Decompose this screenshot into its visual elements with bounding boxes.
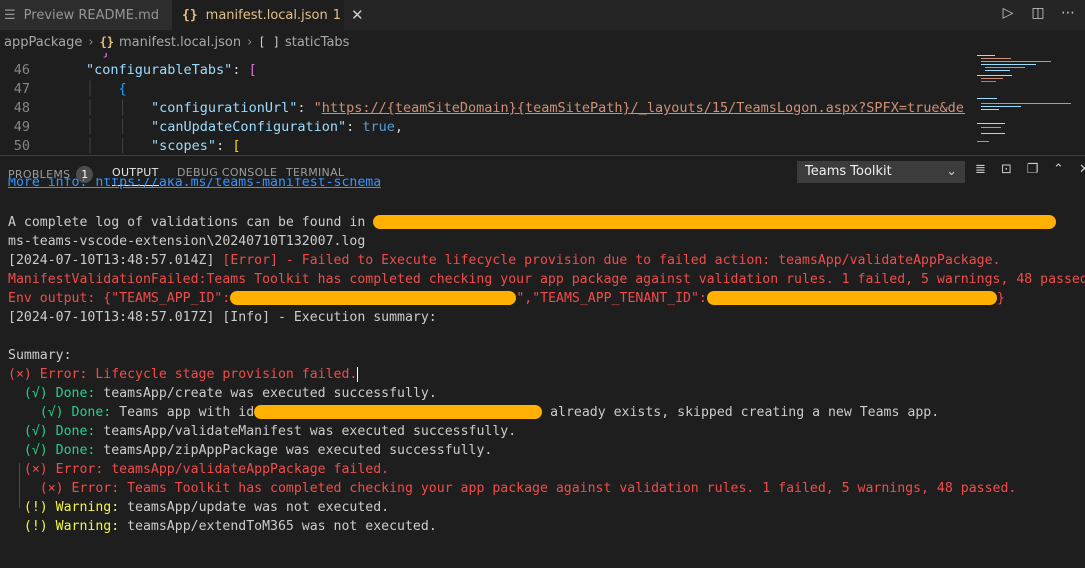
log-line: (×) Error: Lifecycle stage provision fai… bbox=[8, 366, 359, 382]
tab-manifest-local-json[interactable]: {} manifest.local.json 1 ✕ bbox=[172, 0, 364, 30]
json-key: "configurableTabs" bbox=[86, 62, 233, 78]
editor-tab-bar: ☰ Preview README.md {} manifest.local.js… bbox=[0, 0, 1085, 30]
json-file-icon: {} bbox=[182, 7, 198, 23]
line-number: 50 bbox=[13, 138, 30, 153]
redacted-tenant-id bbox=[706, 291, 997, 305]
tab-label: manifest.local.json bbox=[205, 7, 328, 23]
code-editor[interactable]: } 46"configurableTabs": [ 47│ { 48│ │ "c… bbox=[0, 53, 965, 153]
breadcrumb-symbol[interactable]: staticTabs bbox=[285, 35, 349, 50]
text-cursor bbox=[357, 366, 359, 382]
chevron-right-icon: › bbox=[88, 34, 94, 50]
code-line: 49 │ │ "canUpdateConfiguration": true, bbox=[0, 117, 403, 137]
log-line: (√) Done: Teams app with id already exis… bbox=[39, 405, 940, 420]
json-url-value: https://{teamSiteDomain}{teamSitePath}/_… bbox=[321, 100, 965, 116]
json-quote: " bbox=[313, 100, 322, 116]
tab-label: Preview README.md bbox=[23, 7, 160, 23]
json-bool-value: true bbox=[362, 119, 395, 135]
breadcrumb-folder[interactable]: appPackage bbox=[4, 35, 82, 50]
json-comma: , bbox=[394, 119, 404, 135]
log-line: (√) Done: teamsApp/zipAppPackage was exe… bbox=[23, 443, 493, 458]
problem-count-badge: 1 bbox=[332, 7, 341, 23]
log-line: (!) Warning: teamsApp/update was not exe… bbox=[23, 500, 390, 515]
json-file-icon: {} bbox=[99, 35, 115, 49]
line-number: 46 bbox=[13, 62, 30, 78]
json-brace: { bbox=[118, 81, 127, 97]
log-line: A complete log of validations can be fou… bbox=[8, 213, 1057, 232]
log-line: (×) Error: Teams Toolkit has completed c… bbox=[39, 481, 1017, 496]
json-colon: : bbox=[297, 100, 314, 116]
chevron-right-icon: › bbox=[247, 34, 253, 50]
run-icon[interactable]: ▷ bbox=[999, 5, 1017, 21]
redacted-app-id bbox=[230, 291, 517, 305]
split-editor-icon[interactable]: ◫ bbox=[1029, 5, 1047, 21]
line-number: 49 bbox=[13, 119, 30, 135]
json-key: "scopes" bbox=[151, 138, 217, 153]
open-in-editor-icon[interactable]: ❐ bbox=[1024, 162, 1041, 177]
close-icon[interactable]: ✕ bbox=[1076, 162, 1085, 177]
more-actions-icon[interactable]: ⋯ bbox=[1059, 5, 1077, 21]
breadcrumb: appPackage › {} manifest.local.json › [ … bbox=[0, 31, 1085, 53]
lock-icon[interactable]: ⊡ bbox=[998, 162, 1015, 177]
clear-output-icon[interactable]: ≣ bbox=[972, 162, 989, 177]
json-bracket: [ bbox=[248, 62, 257, 78]
json-colon: : bbox=[216, 138, 233, 153]
json-key: "configurationUrl" bbox=[151, 100, 298, 116]
chevron-up-icon[interactable]: ⌃ bbox=[1050, 162, 1067, 177]
array-icon: [ ] bbox=[258, 35, 280, 49]
output-log[interactable]: More info: https://aka.ms/teams-manifest… bbox=[8, 178, 1085, 568]
json-colon: : bbox=[346, 119, 363, 135]
log-line: ms-teams-vscode-extension\20240710T13200… bbox=[8, 234, 366, 249]
line-number: 47 bbox=[13, 81, 30, 97]
preview-icon: ☰ bbox=[4, 7, 16, 23]
tab-preview-readme[interactable]: ☰ Preview README.md bbox=[0, 0, 172, 30]
code-line: 46 "configurableTabs": [ bbox=[0, 60, 257, 80]
log-line: [2024-07-10T13:48:57.014Z] [Error] - Fai… bbox=[8, 253, 1001, 268]
log-line-partial: More info: https://aka.ms/teams-manifest… bbox=[8, 178, 382, 190]
log-line: ManifestValidationFailed:Teams Toolkit h… bbox=[8, 272, 1085, 287]
close-icon[interactable]: ✕ bbox=[351, 6, 364, 24]
selected-channel: Teams Toolkit bbox=[805, 164, 892, 179]
code-line: 47 │ { bbox=[0, 79, 127, 99]
json-colon: : bbox=[232, 62, 249, 78]
output-channel-select[interactable]: Teams Toolkit ⌄ bbox=[797, 161, 965, 183]
indent-guide bbox=[19, 463, 20, 508]
chevron-down-icon: ⌄ bbox=[946, 164, 957, 179]
code-line: 50 │ │ "scopes": [ bbox=[0, 136, 241, 153]
log-line: Env output: {"TEAMS_APP_ID": ","TEAMS_APP… bbox=[8, 291, 1005, 306]
json-key: "canUpdateConfiguration" bbox=[151, 119, 347, 135]
redacted-app-id bbox=[254, 405, 543, 419]
minimap[interactable] bbox=[965, 53, 1085, 153]
log-line: (√) Done: teamsApp/create was executed s… bbox=[23, 386, 437, 401]
log-line: (×) Error: teamsApp/validateAppPackage f… bbox=[23, 462, 390, 477]
code-line: 48 │ │ "configurationUrl": "https://{team… bbox=[0, 98, 965, 118]
log-line: Summary: bbox=[8, 348, 72, 363]
json-bracket: [ bbox=[232, 138, 241, 153]
log-line: [2024-07-10T13:48:57.017Z] [Info] - Exec… bbox=[8, 310, 437, 325]
redacted-path bbox=[373, 215, 1057, 229]
log-line: (√) Done: teamsApp/validateManifest was … bbox=[23, 424, 517, 439]
breadcrumb-file[interactable]: manifest.local.json bbox=[119, 35, 241, 50]
log-line: (!) Warning: teamsApp/extendToM365 was n… bbox=[23, 519, 437, 534]
line-number: 48 bbox=[13, 100, 30, 116]
